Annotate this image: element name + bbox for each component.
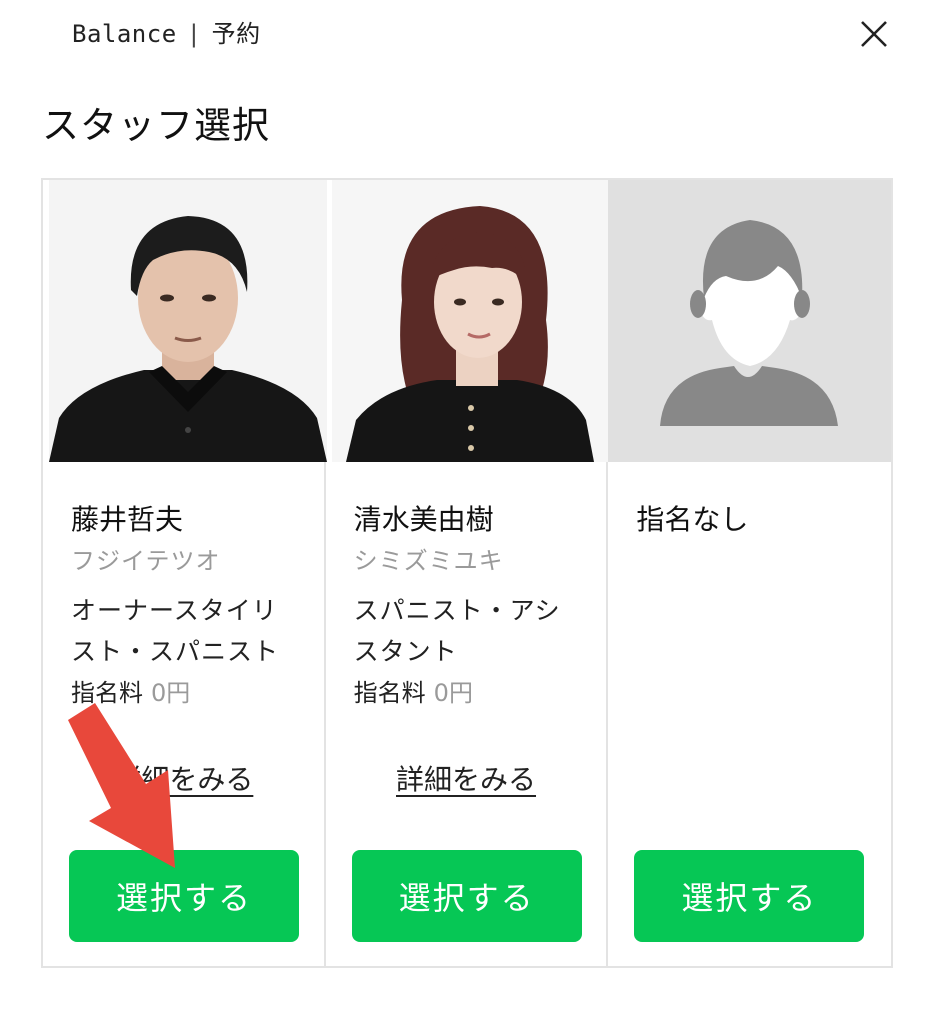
staff-card-no-preference: 指名なし 選択する — [608, 180, 892, 966]
staff-grid: 藤井哲夫 フジイテツオ オーナースタイリスト・スパニスト 指名料 0円 詳細をみる… — [41, 178, 893, 968]
brand-name: Balance — [72, 20, 177, 48]
select-button[interactable]: 選択する — [634, 850, 865, 942]
close-icon[interactable] — [856, 16, 892, 52]
staff-card: 藤井哲夫 フジイテツオ オーナースタイリスト・スパニスト 指名料 0円 詳細をみる… — [43, 180, 327, 966]
details-link[interactable]: 詳細をみる — [43, 758, 324, 798]
nomination-fee: 指名料 0円 — [71, 673, 190, 708]
select-button[interactable]: 選択する — [69, 850, 299, 942]
staff-photo — [49, 180, 327, 462]
staff-name: 清水美由樹 — [353, 503, 494, 536]
fee-label: 指名料 — [71, 679, 143, 707]
person-placeholder-icon — [608, 180, 892, 462]
staff-kana: シミズミユキ — [353, 547, 504, 575]
staff-photo — [331, 180, 610, 462]
fee-value: 0円 — [433, 679, 473, 707]
fee-value: 0円 — [151, 679, 191, 707]
select-button[interactable]: 選択する — [351, 850, 582, 942]
details-link[interactable]: 詳細をみる — [326, 758, 607, 798]
staff-kana: フジイテツオ — [71, 547, 221, 575]
staff-name: 藤井哲夫 — [71, 503, 184, 536]
staff-name: 指名なし — [636, 503, 749, 536]
staff-role: スパニスト・アシスタント — [353, 596, 561, 666]
fee-label: 指名料 — [353, 679, 426, 707]
page-title: スタッフ選択 — [42, 104, 270, 147]
header-separator: | — [186, 20, 202, 48]
app-header: Balance | 予約 — [72, 14, 261, 49]
staff-role: オーナースタイリスト・スパニスト — [71, 596, 280, 666]
nomination-fee: 指名料 0円 — [354, 673, 473, 708]
staff-card: 清水美由樹 シミズミユキ スパニスト・アシスタント 指名料 0円 詳細をみる 選択… — [326, 180, 610, 966]
section-label: 予約 — [211, 20, 261, 48]
